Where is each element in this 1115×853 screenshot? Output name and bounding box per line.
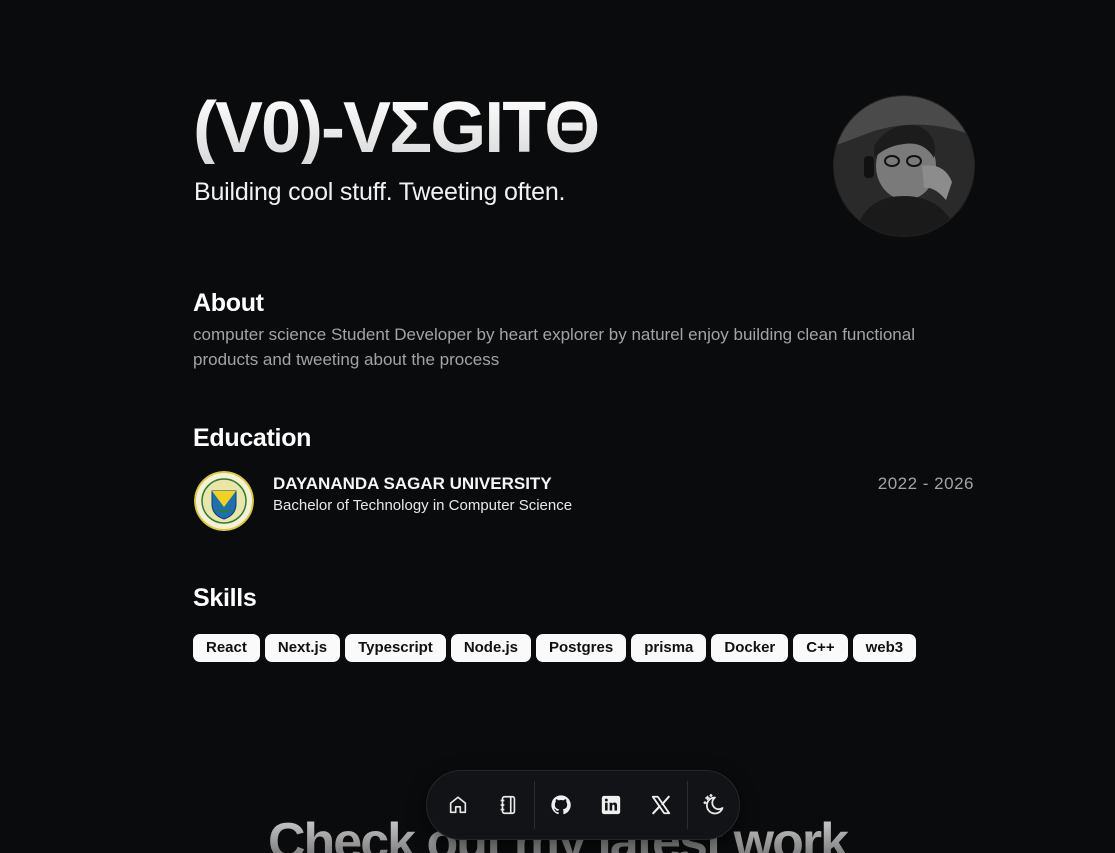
skill-badge: C++ — [793, 634, 848, 662]
skill-badge: prisma — [631, 634, 707, 662]
notebook-icon — [500, 795, 516, 815]
skill-badge: Node.js — [450, 634, 531, 662]
x-icon — [651, 795, 671, 815]
hero-tagline: Building cool stuff. Tweeting often. — [194, 178, 566, 206]
university-name[interactable]: DAYANANDA SAGAR UNIVERSITY — [273, 474, 552, 494]
skill-badge: Docker — [711, 634, 789, 662]
university-logo[interactable] — [194, 471, 254, 531]
github-icon — [551, 795, 571, 815]
avatar-photo — [834, 96, 974, 236]
dock-x-button[interactable] — [636, 780, 686, 830]
dock-linkedin-button[interactable] — [586, 780, 636, 830]
skill-badge: Typescript — [345, 634, 446, 662]
dock-blog-button[interactable] — [483, 780, 533, 830]
dock-divider — [534, 781, 535, 829]
skill-badge: Next.js — [264, 634, 341, 662]
theme-toggle-button[interactable] — [689, 780, 739, 830]
moon-stars-icon — [703, 793, 724, 815]
floating-dock — [426, 770, 740, 840]
skill-badge: Postgres — [536, 634, 627, 662]
about-text: computer science Student Developer by he… — [193, 325, 915, 369]
dock-github-button[interactable] — [536, 780, 586, 830]
about-heading: About — [193, 289, 264, 317]
avatar — [834, 96, 974, 236]
skills-heading: Skills — [193, 584, 257, 612]
portfolio-page: (V0)-VΣGITΘ Building cool stuff. Tweetin… — [0, 0, 1115, 853]
university-seal-icon — [194, 471, 254, 531]
dock-home-button[interactable] — [433, 780, 483, 830]
skill-badge: web3 — [852, 634, 917, 662]
dock-divider — [687, 781, 688, 829]
skills-list: React Next.js Typescript Node.js Postgre… — [193, 634, 917, 662]
linkedin-icon — [601, 795, 621, 815]
education-heading: Education — [193, 424, 312, 452]
skill-badge: React — [193, 634, 260, 662]
degree-name: Bachelor of Technology in Computer Scien… — [273, 497, 573, 514]
home-icon — [449, 796, 467, 814]
hero-name: (V0)-VΣGITΘ — [193, 88, 600, 168]
education-years: 2022 - 2026 — [877, 474, 974, 493]
